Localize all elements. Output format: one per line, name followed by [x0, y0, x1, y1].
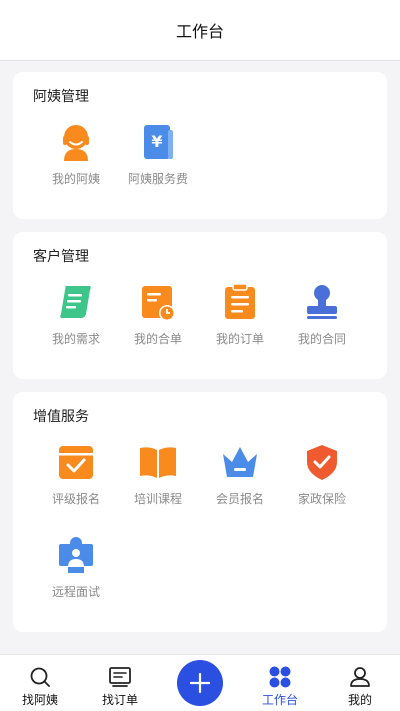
user-icon [348, 665, 372, 689]
tab-find-order[interactable]: 找订单 [80, 655, 160, 711]
dashboard-grid-icon [268, 665, 292, 689]
remote-interview-icon [56, 535, 96, 575]
tab-label: 找阿姨 [21, 693, 58, 707]
tab-workbench[interactable]: 工作台 [240, 655, 320, 711]
grid-item-label: 我的合单 [133, 332, 182, 346]
section-title: 客户管理 [33, 249, 89, 265]
grid-item-label: 我的订单 [215, 332, 264, 346]
tab-label: 找订单 [101, 693, 138, 707]
tab-find-auntie[interactable]: 找阿姨 [0, 655, 80, 711]
page-title: 工作台 [175, 22, 224, 41]
merged-order-icon [138, 282, 178, 322]
grid-item-remote-interview[interactable]: 远程面试 [35, 535, 117, 605]
grid-item-label: 远程面试 [51, 585, 100, 599]
grid-item-my-merged-order[interactable]: 我的合单 [117, 282, 199, 352]
section-title: 增值服务 [33, 409, 89, 425]
tab-label: 我的 [347, 693, 372, 707]
search-icon [28, 665, 52, 689]
value-added-services-card: 增值服务 评级报名 培训课程 会员报名 家政保险 远程面试 [13, 392, 387, 632]
grid-item-housekeeping-insurance[interactable]: 家政保险 [281, 442, 363, 512]
add-button[interactable] [177, 660, 223, 706]
grid-item-label: 会员报名 [215, 492, 264, 506]
grid-item-label: 我的合同 [297, 332, 346, 346]
grid-item-label: 我的阿姨 [51, 172, 100, 186]
svg-text:¥: ¥ [151, 132, 162, 151]
section-title: 阿姨管理 [33, 89, 89, 105]
grid-item-auntie-service-fee[interactable]: ¥ 阿姨服务费 [117, 122, 199, 192]
insurance-shield-icon [302, 442, 342, 482]
header: 工作台 [0, 0, 400, 61]
requirement-scroll-icon [56, 282, 96, 322]
grid-item-my-contract[interactable]: 我的合同 [281, 282, 363, 352]
tab-label: 工作台 [261, 693, 298, 707]
grid-item-training-course[interactable]: 培训课程 [117, 442, 199, 512]
service-fee-icon: ¥ [138, 122, 178, 162]
grid-item-my-auntie[interactable]: 我的阿姨 [35, 122, 117, 192]
grid-item-label: 培训课程 [133, 492, 182, 506]
grid-item-my-requirement[interactable]: 我的需求 [35, 282, 117, 352]
grid-item-label: 家政保险 [297, 492, 346, 506]
rating-checkbox-icon [56, 442, 96, 482]
grid-item-my-order[interactable]: 我的订单 [199, 282, 281, 352]
contract-stamp-icon [302, 282, 342, 322]
training-book-icon [138, 442, 178, 482]
order-clipboard-icon [220, 282, 260, 322]
grid-item-label: 我的需求 [51, 332, 100, 346]
order-list-icon [108, 665, 132, 689]
auntie-management-card: 阿姨管理 我的阿姨 ¥ 阿姨服务费 [13, 72, 387, 219]
customer-management-card: 客户管理 我的需求 我的合单 我的订单 我的合同 [13, 232, 387, 379]
grid-item-label: 阿姨服务费 [127, 172, 188, 186]
grid-item-rating-registration[interactable]: 评级报名 [35, 442, 117, 512]
plus-icon [189, 672, 211, 694]
member-crown-icon [220, 442, 260, 482]
grid-item-member-registration[interactable]: 会员报名 [199, 442, 281, 512]
auntie-avatar-icon [56, 122, 96, 162]
grid-item-label: 评级报名 [51, 492, 100, 506]
tab-mine[interactable]: 我的 [320, 655, 400, 711]
